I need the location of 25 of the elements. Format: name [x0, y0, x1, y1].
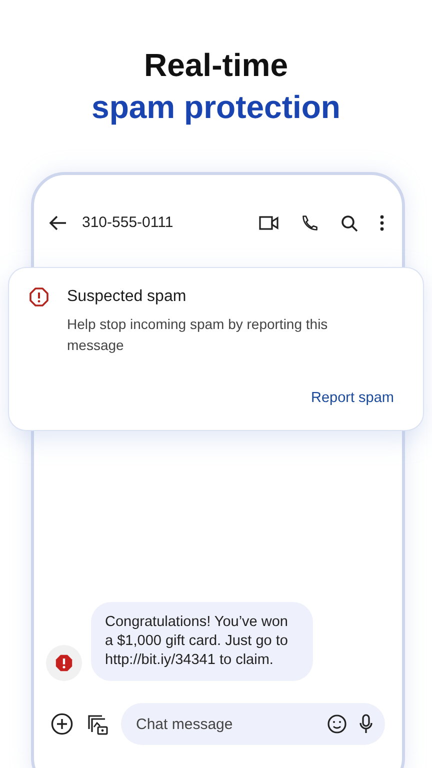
headline: spam protection [92, 88, 340, 127]
video-camera-icon [259, 216, 279, 230]
card-body: Help stop incoming spam by reporting this message [67, 315, 329, 355]
message-bubble: Congratulations! You’ve won a $1,000 gift card. Just go to http://bit.iy/34341 to claim. [91, 602, 313, 681]
gallery-button[interactable] [86, 713, 108, 735]
add-button[interactable] [51, 713, 73, 735]
more-button[interactable] [380, 215, 384, 231]
contact-number: 310-555-0111 [82, 212, 174, 233]
warning-icon [29, 287, 49, 307]
warning-icon [55, 654, 73, 672]
emoji-icon[interactable] [327, 714, 347, 734]
plus-circle-icon [51, 713, 73, 735]
headline: Real-time [144, 46, 288, 85]
report-spam-link[interactable]: Report spam [310, 388, 394, 410]
search-icon [341, 214, 358, 232]
search-button[interactable] [341, 214, 358, 232]
call-button[interactable] [301, 214, 319, 232]
microphone-icon[interactable] [359, 714, 373, 734]
back-icon [49, 215, 67, 231]
message-field[interactable]: Chat message [121, 703, 385, 745]
video-call-button[interactable] [259, 216, 279, 230]
phone-icon [301, 214, 319, 232]
card-title: Suspected spam [67, 287, 188, 307]
more-icon [380, 215, 384, 231]
gallery-icon [86, 713, 108, 735]
